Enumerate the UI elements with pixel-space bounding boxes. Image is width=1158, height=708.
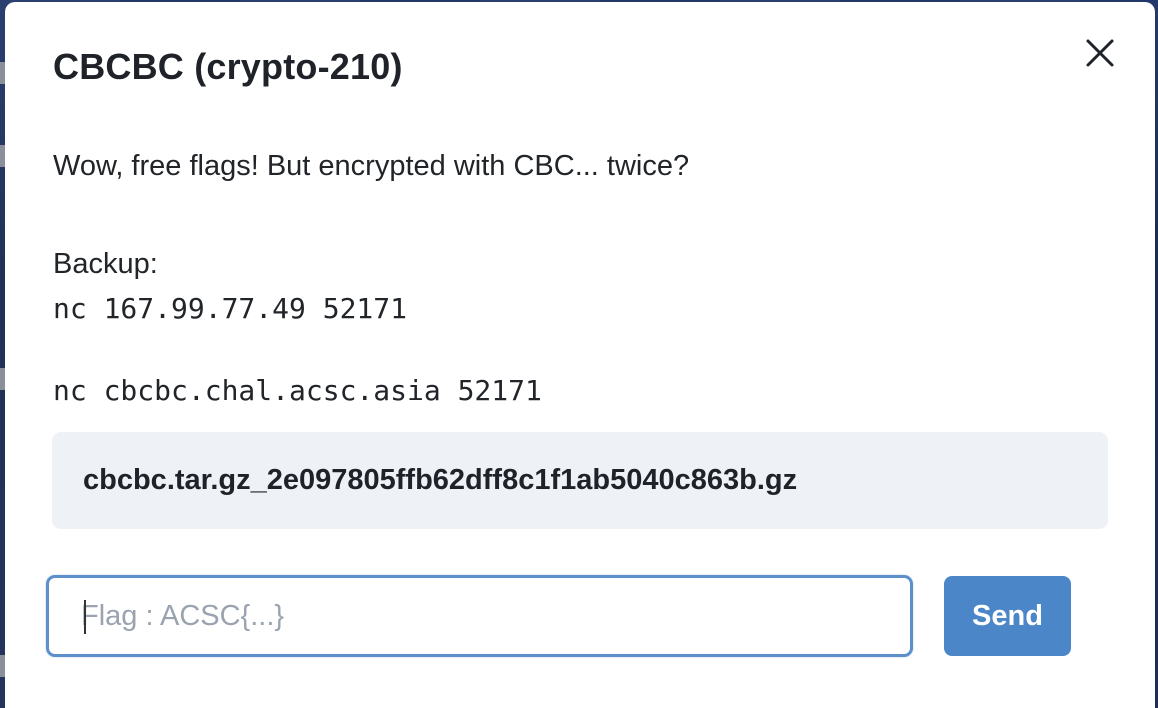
send-button[interactable]: Send <box>944 576 1071 656</box>
modal-title: CBCBC (crypto-210) <box>53 46 403 87</box>
text-caret <box>84 600 86 634</box>
close-icon <box>1086 39 1114 67</box>
backup-host-command: nc 167.99.77.49 52171 <box>53 292 408 325</box>
challenge-description: Wow, free flags! But encrypted with CBC.… <box>53 150 690 182</box>
attachment-link[interactable]: cbcbc.tar.gz_2e097805ffb62dff8c1f1ab5040… <box>83 464 797 497</box>
flag-input[interactable] <box>46 575 913 657</box>
attachment-box: cbcbc.tar.gz_2e097805ffb62dff8c1f1ab5040… <box>52 432 1108 529</box>
close-button[interactable] <box>1079 32 1121 74</box>
main-host-command: nc cbcbc.chal.acsc.asia 52171 <box>53 374 542 407</box>
backup-label: Backup: <box>53 248 158 280</box>
